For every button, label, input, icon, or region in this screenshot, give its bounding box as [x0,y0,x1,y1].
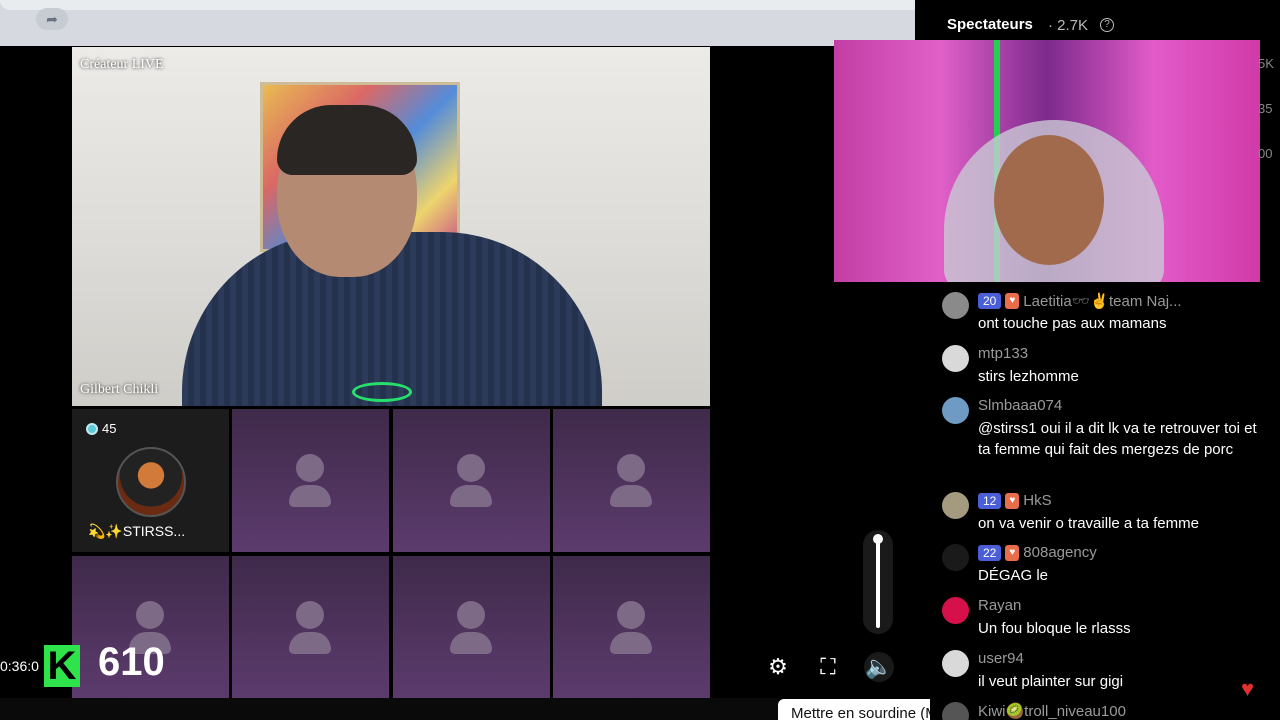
mute-button[interactable]: 🔈 [864,652,894,682]
chat-username[interactable]: HkS [1023,492,1051,509]
person-placeholder-icon [617,454,645,482]
kick-logo: K [44,645,80,687]
empty-seat-tile[interactable] [553,409,710,552]
person-placeholder-body [610,485,652,507]
volume-level [876,538,880,628]
guest-tile[interactable]: 45 💫✨STIRSS... [72,409,229,552]
guest-gift-badge: 45 [86,421,116,436]
live-stream-screen: ➦ Créateur LIVE Gilbert Chikli 45 💫✨STIR… [0,0,1280,720]
avatar[interactable] [942,292,969,319]
chat-message-header: user94 [978,650,1024,667]
empty-seat-tile[interactable] [393,556,550,699]
chat-text: ont touche pas aux mamans [978,315,1167,332]
chat-username[interactable]: Slmbaaa074 [978,397,1062,414]
chat-text: il veut plainter sur gigi [978,673,1124,690]
chat-message-header: 20 ♥ Laetitia🕶️✌️team Naj... [978,292,1182,310]
chat-text: Un fou bloque le rlasss [978,620,1131,637]
edge-number: 00 [1258,146,1273,161]
settings-gear-icon[interactable]: ⚙ [763,652,793,682]
level-badge: 20 [978,293,1002,309]
host-hair [277,105,417,175]
volume-handle[interactable] [873,534,883,544]
chat-text: on va venir o travaille a ta femme [978,515,1199,532]
chat-username[interactable]: 808agency [1023,544,1096,561]
viewers-count: · 2.7K [1048,17,1089,34]
gem-icon [86,422,98,435]
host-name-label: Gilbert Chikli [80,382,159,397]
avatar[interactable] [942,345,969,372]
heart-icon[interactable]: ♥ [1241,676,1254,702]
person-placeholder-body [450,632,492,654]
host-video[interactable]: Créateur LIVE Gilbert Chikli [72,47,710,406]
streamer-face [994,135,1104,265]
empty-seat-tile[interactable] [232,556,389,699]
chat-username[interactable]: Laetitia🕶️✌️team Naj... [1023,292,1181,310]
guest-name: 💫✨STIRSS... [88,523,186,539]
host-role-label: Créateur LIVE [80,57,164,72]
person-placeholder-icon [617,601,645,629]
avatar [116,447,186,517]
person-placeholder-icon [296,454,324,482]
stream-timer: 0:36:0 [0,658,39,674]
level-badge: 12 [978,492,1002,509]
avatar[interactable] [942,650,969,677]
edge-number: 5K [1258,56,1274,71]
chat-message-header: 12 ♥ HkS [978,492,1052,509]
avatar[interactable] [942,597,969,624]
taskbar-strip [0,698,778,720]
person-placeholder-icon [457,454,485,482]
level-badge: 22 [978,544,1002,561]
chat-text: DÉGAG le [978,567,1049,584]
chat-username[interactable]: Kiwi🥝troll_niveau100 [978,702,1126,720]
chat-text: stirs lezhomme [978,368,1079,385]
browser-toolbar: ➦ [0,0,1280,46]
chat-message-header: 22 ♥ 808agency [978,544,1097,561]
chat-message-header: Rayan [978,597,1021,614]
viewers-title: Spectateurs [947,16,1033,33]
chat-message-header: Kiwi🥝troll_niveau100 [978,702,1126,720]
info-icon[interactable]: ? [1100,18,1114,32]
person-placeholder-body [289,485,331,507]
speaker-icon: 🔈 [865,654,893,679]
avatar[interactable] [942,492,969,519]
chat-username[interactable]: mtp133 [978,345,1028,362]
person-placeholder-icon [136,601,164,629]
share-arrow-icon[interactable]: ➦ [36,8,68,30]
empty-seat-tile[interactable] [232,409,389,552]
guest-badge-count: 45 [102,421,117,436]
person-placeholder-body [289,632,331,654]
person-placeholder-body [450,485,492,507]
mic-glow [352,382,412,402]
empty-seat-tile[interactable] [393,409,550,552]
fan-heart-icon: ♥ [1005,544,1020,561]
chat-message-header: Slmbaaa074 [978,397,1062,414]
chat-username[interactable]: Rayan [978,597,1021,614]
person-placeholder-icon [457,601,485,629]
person-placeholder-body [610,632,652,654]
fullscreen-icon[interactable]: ⛶ [813,652,843,682]
streamer-webcam [834,40,1260,282]
person-placeholder-icon [296,601,324,629]
chat-message-header: mtp133 [978,345,1028,362]
chat-text: @stirss1 oui il a dit lk va te retrouver… [978,420,1257,458]
score-counter: 610 [98,640,165,684]
avatar[interactable] [942,544,969,571]
edge-number: 35 [1258,101,1273,116]
fan-heart-icon: ♥ [1005,293,1020,309]
chat-username[interactable]: user94 [978,650,1024,667]
fan-heart-icon: ♥ [1005,492,1020,509]
empty-seat-tile[interactable] [553,556,710,699]
avatar[interactable] [942,397,969,424]
